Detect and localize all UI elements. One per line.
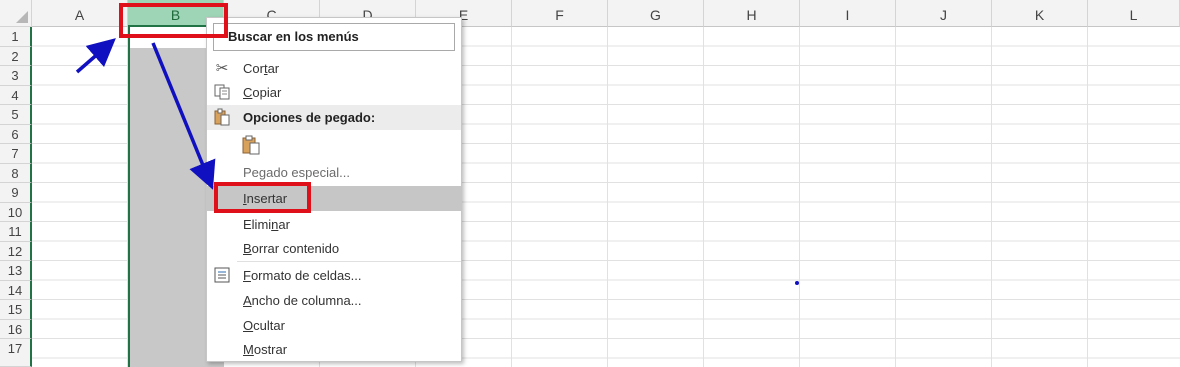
row-header[interactable]: 2 [0, 46, 32, 66]
column-header-f[interactable]: F [512, 0, 608, 27]
paste-icon [240, 134, 262, 156]
menu-item-format-cells[interactable]: Formato de celdas... [207, 263, 461, 288]
column-header-i[interactable]: I [800, 0, 896, 27]
row-header[interactable]: 12 [0, 241, 32, 261]
row-header[interactable]: 3 [0, 66, 32, 86]
select-all-triangle-icon [16, 11, 28, 23]
paste-option-button[interactable] [207, 131, 461, 156]
column-header-h[interactable]: H [704, 0, 800, 27]
select-all-corner[interactable] [0, 0, 32, 27]
menu-item-unhide[interactable]: Mostrar [207, 337, 461, 362]
menu-search-input[interactable]: Buscar en los menús [213, 23, 455, 51]
menu-item-cut[interactable]: ✂ Cortar [207, 56, 461, 81]
scissors-icon: ✂ [215, 60, 229, 77]
row-header[interactable]: 17 [0, 339, 32, 367]
row-header[interactable]: 1 [0, 27, 32, 47]
menu-item-copy[interactable]: Copiar [207, 80, 461, 105]
annotation-highlight-insert [214, 182, 311, 213]
menu-item-clear-contents[interactable]: Borrar contenido [207, 236, 461, 261]
copy-icon [212, 83, 232, 103]
row-header[interactable]: 7 [0, 144, 32, 164]
column-header-k[interactable]: K [992, 0, 1088, 27]
column-header-l[interactable]: L [1088, 0, 1180, 27]
row-header[interactable]: 11 [0, 222, 32, 242]
column-header-j[interactable]: J [896, 0, 992, 27]
row-header[interactable]: 5 [0, 105, 32, 125]
annotation-dot [795, 281, 799, 285]
menu-item-delete[interactable]: Eliminar [207, 212, 461, 237]
row-header[interactable]: 6 [0, 124, 32, 144]
row-header[interactable]: 16 [0, 319, 32, 339]
spreadsheet-grid: A B C D E F G H I J K L 1 2 3 4 5 6 7 8 … [0, 0, 1180, 367]
row-header[interactable]: 8 [0, 163, 32, 183]
row-header[interactable]: 15 [0, 300, 32, 320]
row-header[interactable]: 14 [0, 280, 32, 300]
row-header[interactable]: 9 [0, 183, 32, 203]
menu-section-paste-options: Opciones de pegado: [207, 105, 461, 130]
menu-separator [237, 261, 461, 262]
menu-item-hide[interactable]: Ocultar [207, 313, 461, 338]
row-header[interactable]: 10 [0, 202, 32, 222]
format-cells-icon [212, 266, 232, 286]
column-header-a[interactable]: A [32, 0, 128, 27]
paste-icon [212, 108, 232, 128]
menu-item-column-width[interactable]: Ancho de columna... [207, 288, 461, 313]
row-header[interactable]: 4 [0, 85, 32, 105]
annotation-highlight-column-b [119, 3, 228, 38]
row-header[interactable]: 13 [0, 261, 32, 281]
column-header-g[interactable]: G [608, 0, 704, 27]
